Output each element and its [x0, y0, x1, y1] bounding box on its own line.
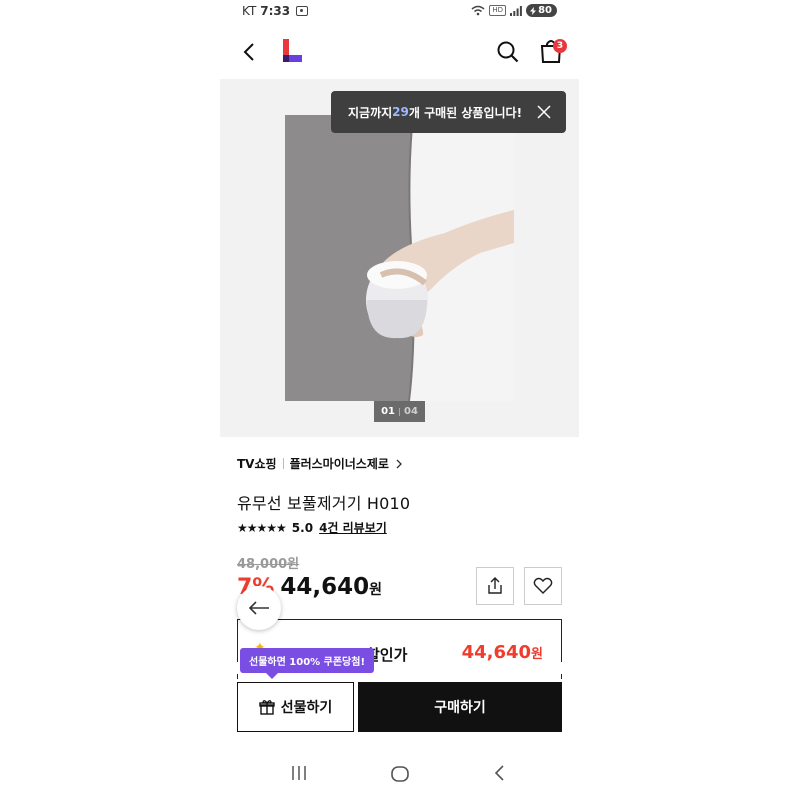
carrier-label: KT [242, 4, 257, 18]
system-nav-bar [220, 752, 579, 796]
gallery-pager: 01 04 [374, 401, 425, 422]
chevron-right-icon [396, 459, 402, 468]
recent-apps-icon[interactable] [290, 764, 308, 782]
floating-back-button[interactable] [237, 586, 281, 630]
gift-promo-tooltip: 선물하면 100% 쿠폰당첨! [240, 648, 375, 679]
product-rating: ★★★★★ 5.0 4건 리뷰보기 [237, 519, 387, 536]
coupon-price-value: 44,640 [461, 642, 532, 663]
search-icon[interactable] [496, 40, 520, 64]
back-arrow-icon[interactable] [238, 40, 262, 64]
battery-level: 80 [538, 5, 552, 16]
cart-count-badge: 3 [553, 39, 567, 53]
toast-prefix: 지금까지 [348, 105, 393, 120]
home-icon[interactable] [390, 764, 410, 784]
channel-label: TV쇼핑 [237, 457, 277, 471]
status-left: KT 7:33 [242, 4, 309, 18]
gift-icon [259, 700, 275, 715]
wifi-icon [471, 5, 485, 16]
hd-voice-icon: HD [489, 5, 507, 16]
total-pages: 04 [404, 406, 418, 417]
pager-divider [399, 407, 400, 416]
buy-button[interactable]: 구매하기 [358, 682, 562, 732]
wishlist-button[interactable] [524, 567, 562, 605]
original-price: 48,000원 [237, 557, 300, 572]
toast-suffix: 개 구매된 상품입니다! [408, 105, 523, 120]
product-image [285, 115, 514, 401]
gift-button[interactable]: 선물하기 [237, 682, 354, 732]
arrow-left-icon [248, 601, 269, 615]
gift-button-label: 선물하기 [280, 700, 333, 716]
breadcrumb-divider [282, 458, 284, 469]
purchase-count-toast: 지금까지 29 개 구매된 상품입니다! [331, 91, 566, 133]
battery-indicator: 80 [526, 4, 557, 17]
price-unit: 원 [369, 582, 383, 598]
lotte-logo[interactable] [281, 39, 303, 63]
signal-icon [510, 5, 522, 16]
status-right: HD 80 [471, 4, 557, 17]
shop-breadcrumb[interactable]: TV쇼핑 플러스마이너스제로 [237, 455, 403, 472]
screenshot-icon [296, 6, 309, 16]
coupon-price-unit: 원 [531, 647, 543, 662]
current-page: 01 [381, 406, 395, 417]
product-title: 유무선 보풀제거기 H010 [237, 494, 411, 513]
clock: 7:33 [260, 4, 291, 18]
nav-back-icon[interactable] [492, 764, 508, 782]
charging-icon [530, 6, 537, 15]
coupon-price: 44,640원 [462, 642, 543, 663]
brand-link[interactable]: 플러스마이너스제로 [290, 455, 389, 472]
app-header: 3 [220, 30, 579, 74]
review-link[interactable]: 4건 리뷰보기 [319, 519, 387, 536]
close-icon[interactable] [537, 105, 551, 119]
share-icon [488, 577, 502, 594]
rating-stars-icon: ★★★★★ [237, 520, 287, 535]
rating-score: 5.0 [291, 520, 314, 535]
heart-icon [533, 577, 553, 594]
sale-price-group: 44,640원 [280, 574, 382, 600]
sale-price: 44,640 [280, 574, 370, 600]
toast-count: 29 [392, 105, 409, 119]
share-button[interactable] [476, 567, 514, 605]
status-bar: KT 7:33 HD 80 [220, 0, 579, 24]
phone-screen: KT 7:33 HD 80 3 01 04 지금까지 29 개 구매된 상품입니… [220, 0, 579, 800]
